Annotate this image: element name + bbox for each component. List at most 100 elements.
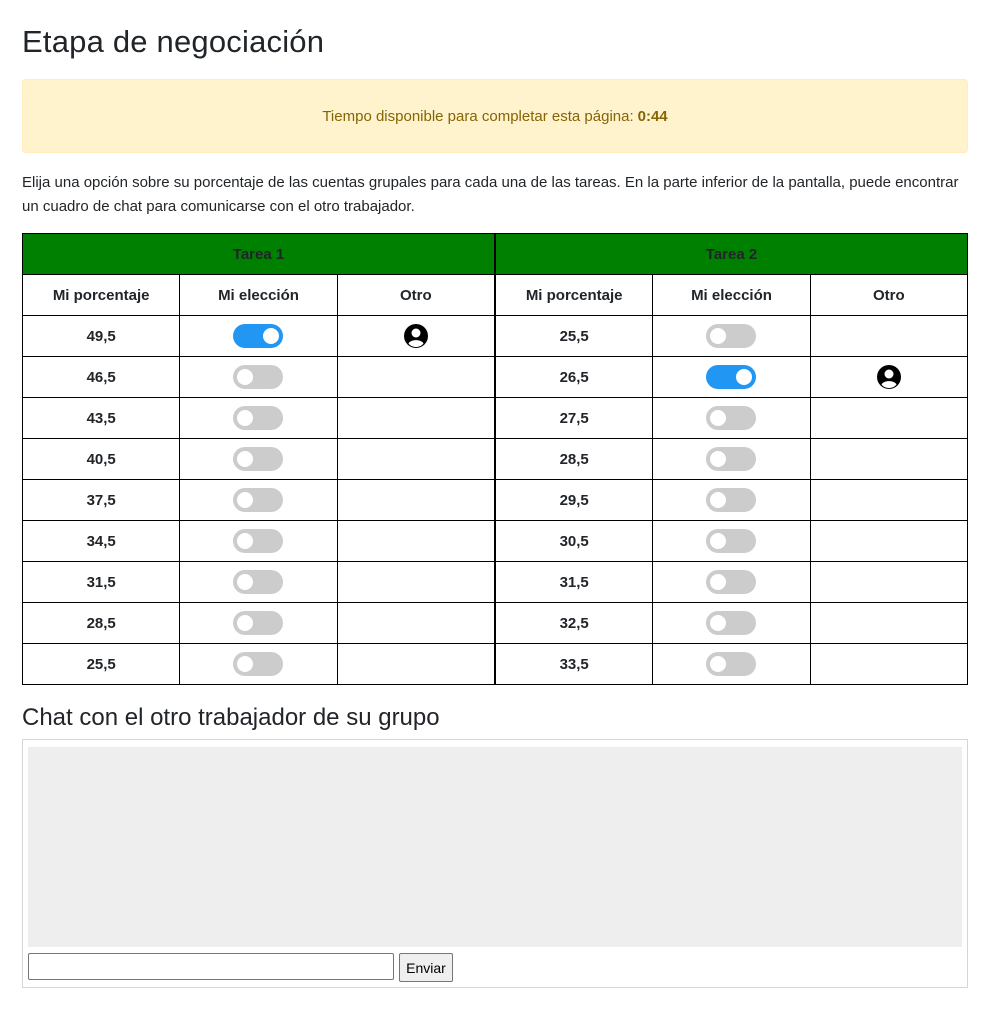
- timer-alert: Tiempo disponible para completar esta pá…: [22, 79, 968, 153]
- task-rows: 25,5 26,5 27,5 28,5 29,5 30,5 31,5 32,5 33,5: [494, 315, 969, 685]
- table-row: 40,5: [21, 438, 496, 480]
- percentage-value: 25,5: [494, 315, 654, 357]
- chat-heading: Chat con el otro trabajador de su grupo: [22, 704, 440, 731]
- choice-cell: [179, 356, 338, 398]
- other-cell: [336, 520, 496, 562]
- other-cell: [809, 438, 969, 480]
- choice-toggle[interactable]: [233, 529, 284, 553]
- choice-cell: [179, 643, 338, 685]
- choice-toggle[interactable]: [706, 570, 757, 594]
- choice-toggle[interactable]: [706, 365, 757, 389]
- choice-cell: [652, 561, 811, 603]
- table-row: 37,5: [21, 479, 496, 521]
- column-header-choice: Mi elección: [652, 274, 811, 316]
- table-row: 31,5: [21, 561, 496, 603]
- choice-toggle[interactable]: [706, 447, 757, 471]
- choice-toggle[interactable]: [706, 529, 757, 553]
- choice-cell: [652, 356, 811, 398]
- table-row: 30,5: [494, 520, 969, 562]
- choice-toggle[interactable]: [706, 406, 757, 430]
- other-cell: [809, 479, 969, 521]
- percentage-value: 40,5: [21, 438, 181, 480]
- choice-toggle[interactable]: [706, 611, 757, 635]
- choice-toggle[interactable]: [233, 488, 284, 512]
- percentage-value: 29,5: [494, 479, 654, 521]
- table-row: 25,5: [494, 315, 969, 357]
- choice-toggle[interactable]: [233, 611, 284, 635]
- choice-cell: [652, 397, 811, 439]
- percentage-value: 25,5: [21, 643, 181, 685]
- percentage-value: 31,5: [21, 561, 181, 603]
- choice-toggle[interactable]: [233, 365, 284, 389]
- table-row: 29,5: [494, 479, 969, 521]
- choice-cell: [179, 561, 338, 603]
- task-table-2: Tarea 2 Mi porcentaje Mi elección Otro 2…: [494, 233, 969, 685]
- column-header-choice: Mi elección: [179, 274, 338, 316]
- table-row: 46,5: [21, 356, 496, 398]
- choice-cell: [652, 438, 811, 480]
- table-row: 34,5: [21, 520, 496, 562]
- send-button[interactable]: Enviar: [399, 953, 453, 982]
- percentage-value: 33,5: [494, 643, 654, 685]
- chat-input[interactable]: [28, 953, 394, 980]
- timer-label: Tiempo disponible para completar esta pá…: [322, 107, 634, 125]
- tasks-container: Tarea 1 Mi porcentaje Mi elección Otro 4…: [21, 233, 969, 685]
- page-title: Etapa de negociación: [22, 24, 325, 59]
- choice-toggle[interactable]: [233, 652, 284, 676]
- other-cell: [336, 356, 496, 398]
- column-header-other: Otro: [809, 274, 969, 316]
- chat-log[interactable]: [28, 747, 962, 947]
- other-cell: [809, 356, 969, 398]
- timer-value: 0:44: [637, 107, 668, 125]
- chat-box: Enviar: [22, 739, 968, 988]
- other-cell: [809, 397, 969, 439]
- other-cell: [809, 561, 969, 603]
- task-title: Tarea 1: [22, 233, 495, 275]
- percentage-value: 31,5: [494, 561, 654, 603]
- choice-cell: [652, 520, 811, 562]
- choice-toggle[interactable]: [233, 570, 284, 594]
- other-cell: [336, 602, 496, 644]
- task-title: Tarea 2: [495, 233, 968, 275]
- percentage-value: 34,5: [21, 520, 181, 562]
- table-row: 33,5: [494, 643, 969, 685]
- table-row: 31,5: [494, 561, 969, 603]
- choice-toggle[interactable]: [706, 324, 757, 348]
- other-cell: [336, 643, 496, 685]
- percentage-value: 49,5: [21, 315, 181, 357]
- table-row: 32,5: [494, 602, 969, 644]
- other-cell: [809, 315, 969, 357]
- choice-cell: [179, 438, 338, 480]
- choice-cell: [652, 479, 811, 521]
- choice-toggle[interactable]: [706, 488, 757, 512]
- percentage-value: 28,5: [21, 602, 181, 644]
- other-cell: [336, 397, 496, 439]
- column-header-percentage: Mi porcentaje: [494, 274, 654, 316]
- choice-toggle[interactable]: [233, 324, 284, 348]
- choice-cell: [179, 602, 338, 644]
- choice-cell: [179, 397, 338, 439]
- percentage-value: 46,5: [21, 356, 181, 398]
- user-circle-icon: [876, 364, 902, 390]
- choice-toggle[interactable]: [706, 652, 757, 676]
- other-cell: [336, 438, 496, 480]
- percentage-value: 43,5: [21, 397, 181, 439]
- task-rows: 49,5 46,5 43,5 40,5 37,5 34,5 31,5 28,5 25,5: [21, 315, 496, 685]
- percentage-value: 32,5: [494, 602, 654, 644]
- choice-cell: [652, 602, 811, 644]
- other-cell: [336, 479, 496, 521]
- percentage-value: 37,5: [21, 479, 181, 521]
- choice-cell: [652, 315, 811, 357]
- column-header-percentage: Mi porcentaje: [21, 274, 181, 316]
- table-row: 49,5: [21, 315, 496, 357]
- table-row: 26,5: [494, 356, 969, 398]
- choice-cell: [652, 643, 811, 685]
- choice-toggle[interactable]: [233, 447, 284, 471]
- percentage-value: 28,5: [494, 438, 654, 480]
- choice-cell: [179, 315, 338, 357]
- user-circle-icon: [403, 323, 429, 349]
- table-row: 43,5: [21, 397, 496, 439]
- choice-toggle[interactable]: [233, 406, 284, 430]
- table-row: 25,5: [21, 643, 496, 685]
- choice-cell: [179, 520, 338, 562]
